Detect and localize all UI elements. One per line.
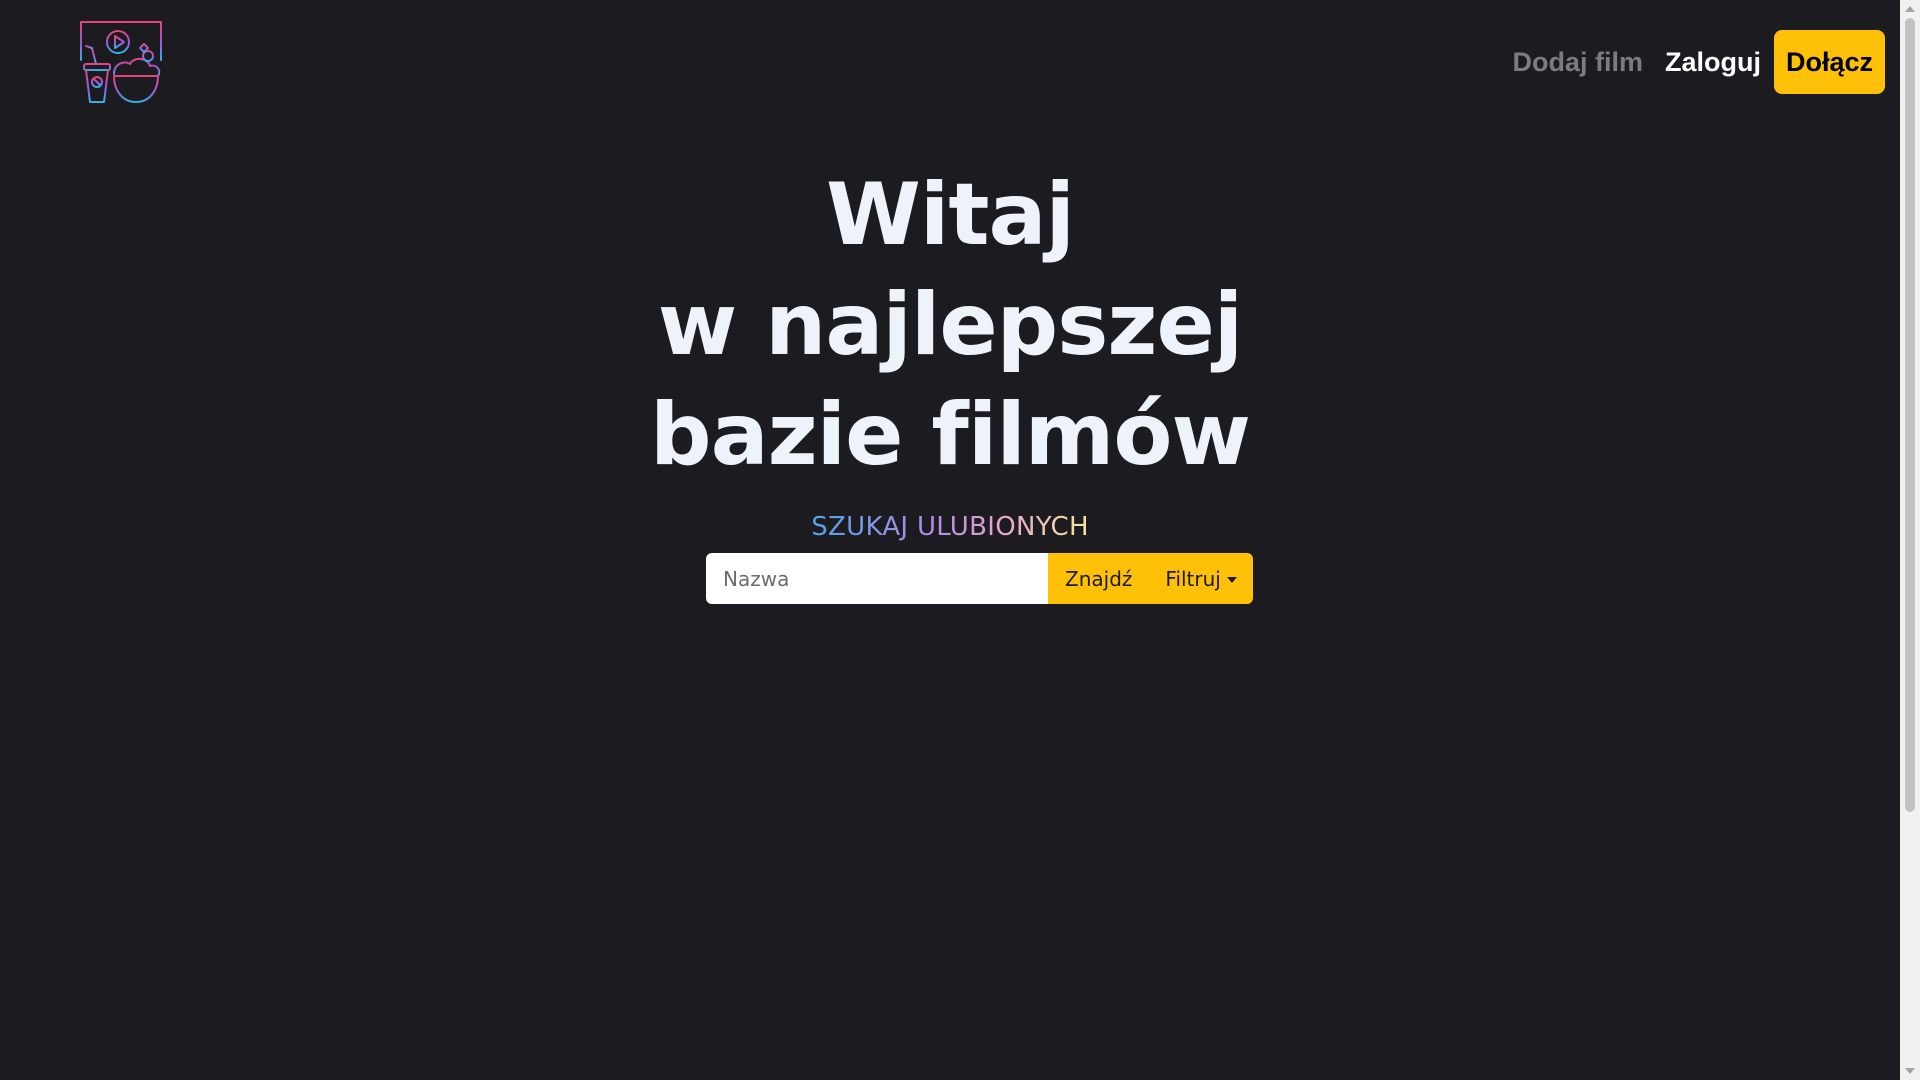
filter-dropdown-button[interactable]: Filtruj [1149, 553, 1253, 604]
filter-button-label: Filtruj [1165, 566, 1221, 591]
caret-down-icon [1226, 576, 1237, 583]
find-button-label: Znajdź [1065, 566, 1133, 591]
scrollbar-thumb[interactable] [1905, 18, 1915, 812]
add-film-link[interactable]: Dodaj film [1501, 47, 1654, 78]
search-bar: Znajdź Filtruj [706, 553, 1253, 604]
hero-title-line-1: Witaj [826, 165, 1075, 265]
vertical-scrollbar[interactable] [1900, 0, 1920, 1080]
scroll-down-arrow-icon[interactable] [1905, 1068, 1915, 1074]
join-button[interactable]: Dołącz [1773, 30, 1885, 94]
hero-title-line-2: w najlepszej [657, 275, 1244, 375]
hero-subtitle: SZUKAJ ULUBIONYCH [811, 512, 1089, 542]
hero-title: Witaj w najlepszej bazie filmów [0, 160, 1900, 490]
movie-name-search-input[interactable] [706, 553, 1048, 604]
login-link[interactable]: Zaloguj [1654, 47, 1772, 78]
site-logo[interactable] [77, 20, 165, 104]
hero: Witaj w najlepszej bazie filmów SZUKAJ U… [0, 160, 1900, 542]
page: Dodaj film Zaloguj Dołącz Witaj w najlep… [0, 0, 1900, 1080]
find-button[interactable]: Znajdź [1048, 553, 1150, 604]
top-nav: Dodaj film Zaloguj Dołącz [1501, 30, 1885, 94]
hero-title-line-3: bazie filmów [650, 385, 1251, 485]
scroll-up-arrow-icon[interactable] [1905, 6, 1915, 12]
cinema-popcorn-logo-icon [77, 21, 165, 103]
